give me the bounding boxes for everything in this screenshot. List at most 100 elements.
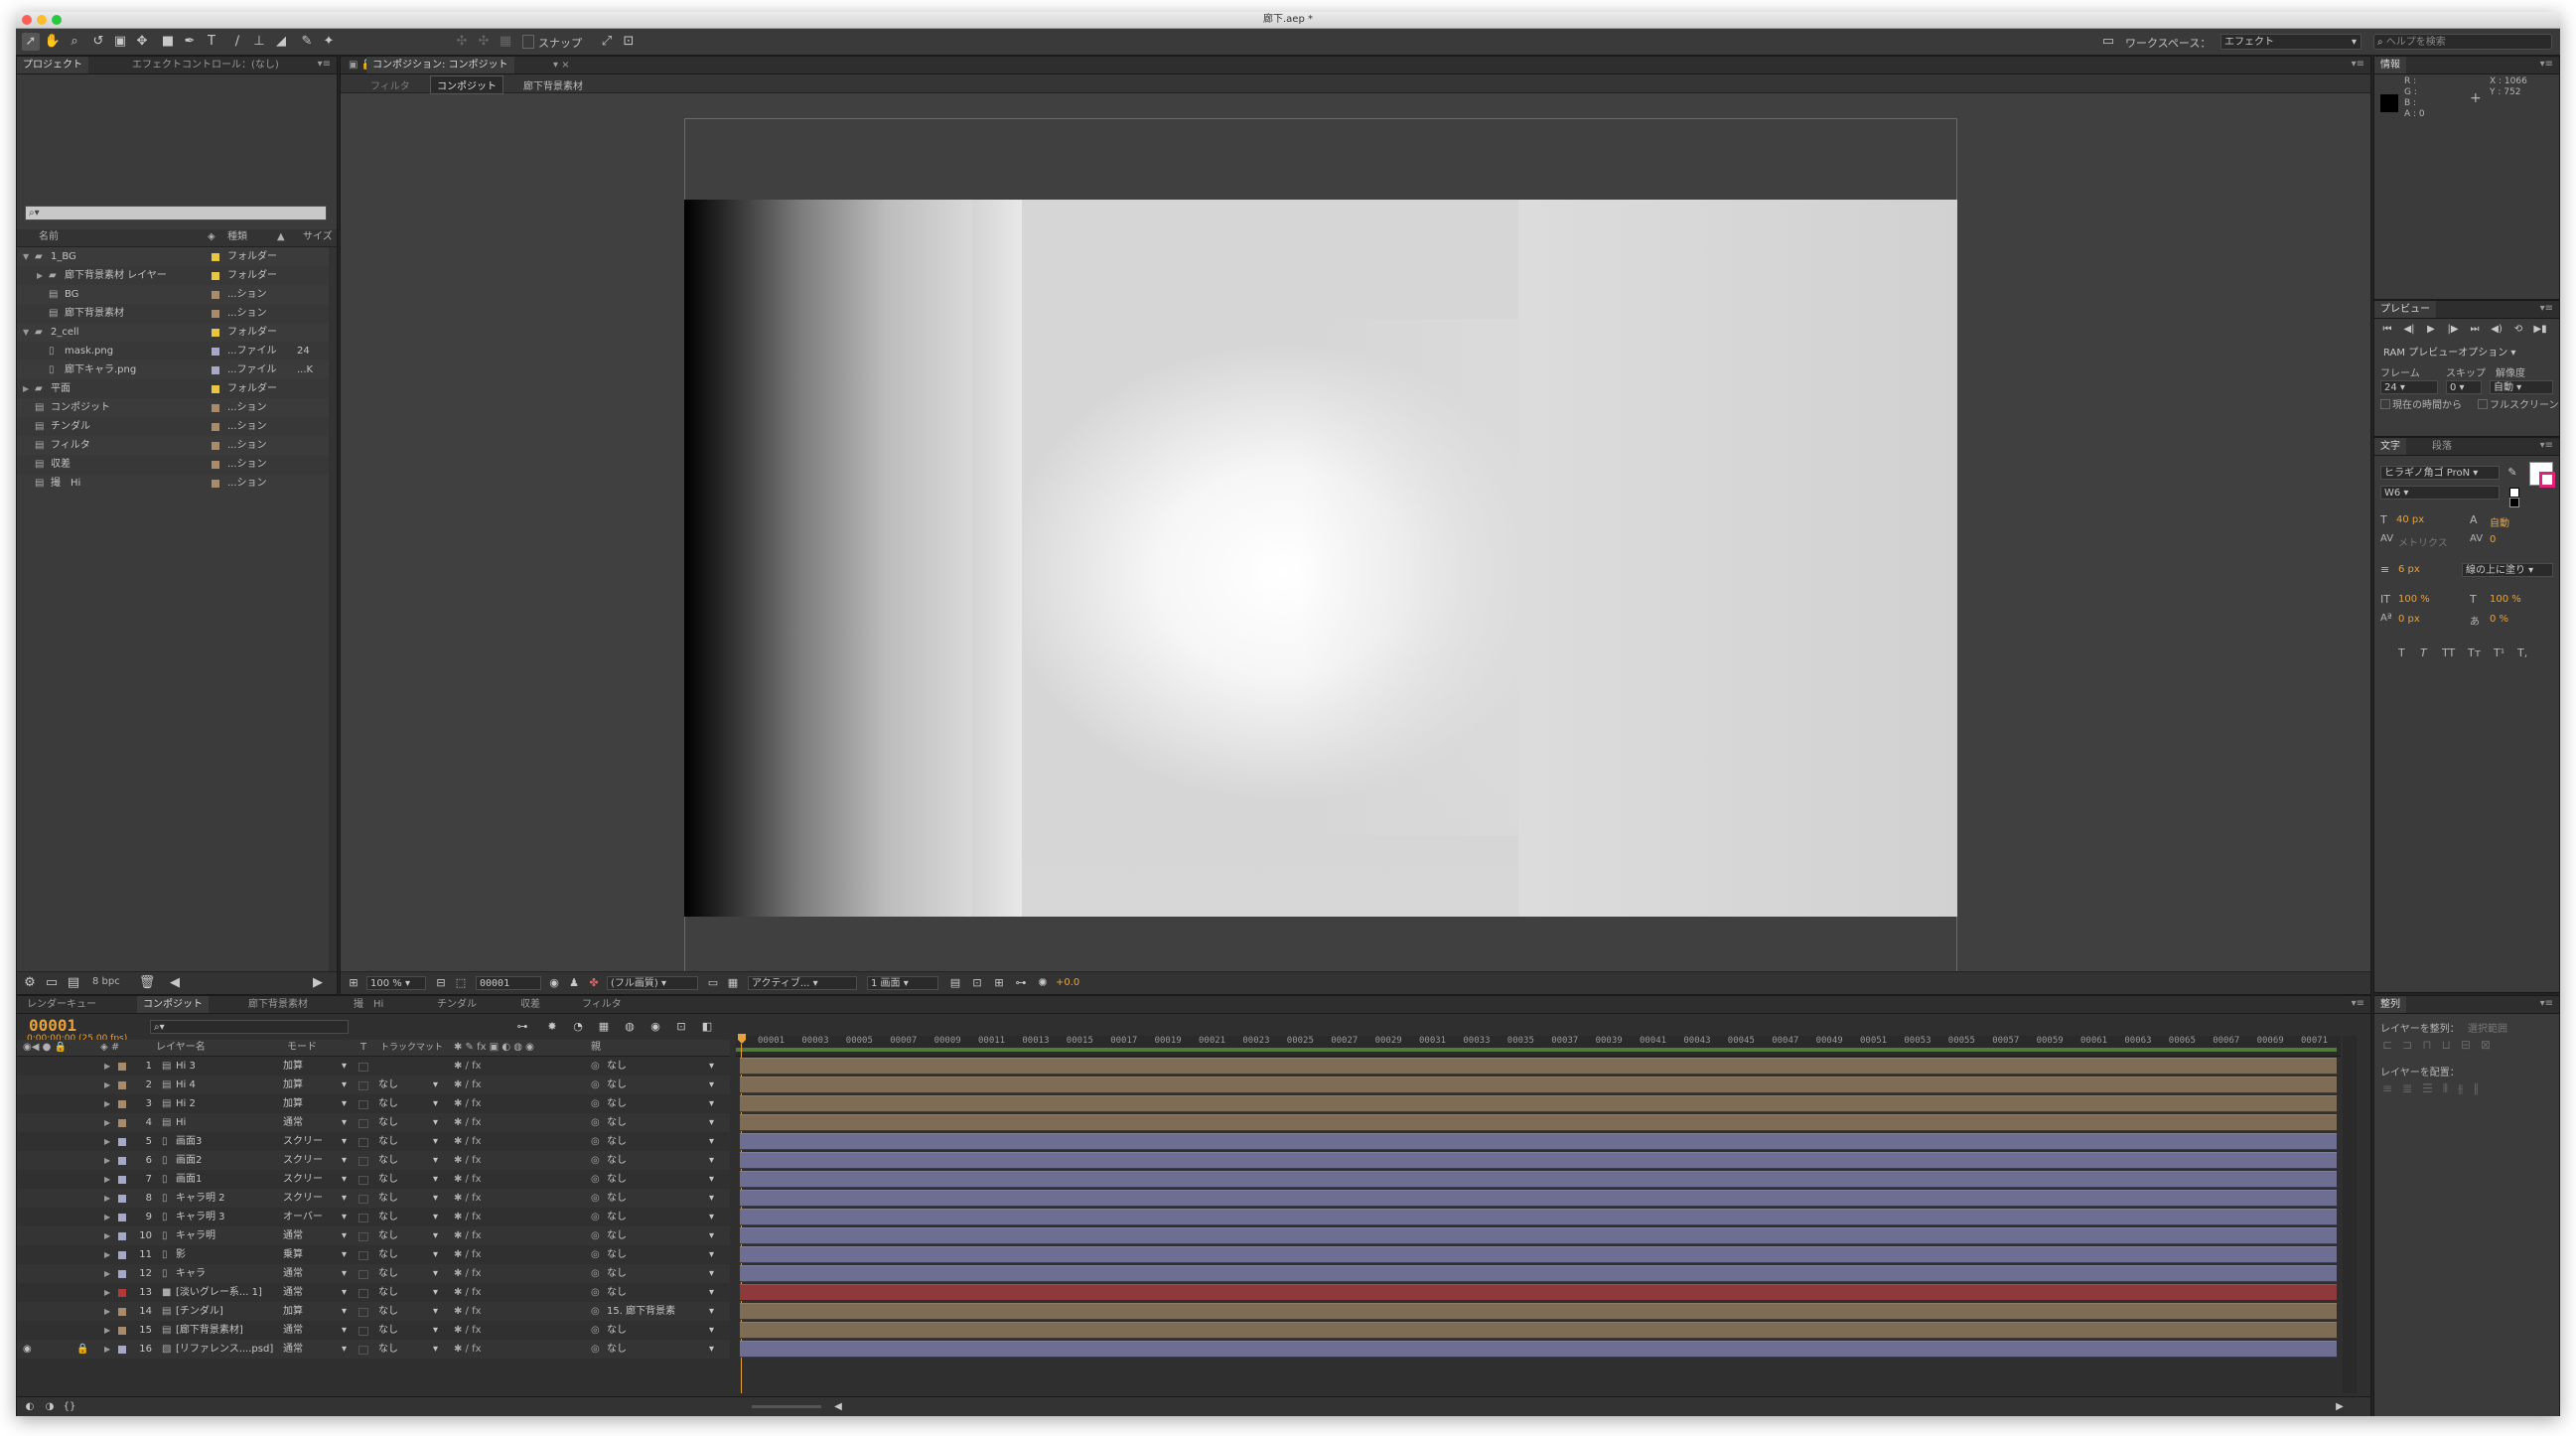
label-color-swatch[interactable]: [118, 1176, 126, 1184]
roto-brush-tool-icon[interactable]: ✎: [298, 33, 316, 51]
preserve-transparency-checkbox[interactable]: [358, 1214, 368, 1222]
project-scrollbar[interactable]: [329, 247, 337, 982]
axis-world-icon[interactable]: ✣: [475, 33, 493, 51]
preserve-transparency-checkbox[interactable]: [358, 1119, 368, 1128]
twirl-icon[interactable]: ▶: [23, 379, 29, 398]
track-matte-select[interactable]: なし ▾: [378, 1076, 438, 1094]
layer-name[interactable]: [チンダル]: [176, 1302, 223, 1321]
info-menu-icon[interactable]: ▾≡: [2540, 59, 2553, 70]
faux-bold-button[interactable]: T: [2398, 646, 2405, 659]
layer-row[interactable]: ▶ 8 ▯ キャラ明 2 スクリー ▾ なし ▾ ✱ ∕ fx ◎ なし ▾: [17, 1189, 730, 1208]
project-item[interactable]: ▤ BG ...ション: [17, 285, 329, 304]
column-name[interactable]: 名前: [39, 229, 59, 245]
layer-duration-bar[interactable]: [740, 1190, 2337, 1207]
layer-name[interactable]: キャラ明 3: [176, 1208, 225, 1226]
blend-mode-select[interactable]: 通常 ▾: [283, 1283, 347, 1302]
project-item[interactable]: ▤ チンダル ...ション: [17, 417, 329, 436]
layer-name[interactable]: Hi 2: [176, 1094, 196, 1113]
camera-tool-icon[interactable]: ▣: [111, 33, 129, 51]
subscript-button[interactable]: T,: [2517, 646, 2527, 659]
axis-local-icon[interactable]: ✣: [453, 33, 471, 51]
fast-previews-icon[interactable]: ⊡: [968, 974, 986, 992]
preserve-transparency-checkbox[interactable]: [358, 1063, 368, 1072]
layer-name[interactable]: 画面3: [176, 1132, 202, 1151]
label-color-swatch[interactable]: [212, 480, 219, 488]
blend-mode-select[interactable]: スクリー ▾: [283, 1189, 347, 1208]
label-column-icon[interactable]: ◈: [208, 229, 215, 245]
pickwhip-icon[interactable]: ◎: [591, 1283, 600, 1302]
label-color-swatch[interactable]: [118, 1308, 126, 1316]
column-layer-name[interactable]: レイヤー名: [156, 1040, 206, 1056]
horizontal-scale-value[interactable]: 100 %: [2490, 594, 2521, 605]
preserve-transparency-checkbox[interactable]: [358, 1081, 368, 1090]
twirl-icon[interactable]: ▶: [104, 1208, 110, 1226]
layer-row[interactable]: ▶ 3 ▤ Hi 2 加算 ▾ なし ▾ ✱ ∕ fx ◎ なし ▾: [17, 1094, 730, 1113]
parent-select[interactable]: なし ▾: [607, 1057, 714, 1076]
work-area-bar[interactable]: [736, 1048, 2337, 1052]
track-matte-select[interactable]: なし ▾: [378, 1283, 438, 1302]
toggle-transfer-icon[interactable]: ◑: [41, 1398, 59, 1416]
frame-rate-select[interactable]: 24 ▾: [2380, 380, 2438, 394]
tsume-value[interactable]: 0 %: [2490, 614, 2508, 625]
character-menu-icon[interactable]: ▾≡: [2540, 440, 2553, 451]
switches[interactable]: ✱ ∕ fx: [454, 1245, 482, 1264]
project-item[interactable]: ▶ ▰ 平面 フォルダー: [17, 379, 329, 398]
label-color-swatch[interactable]: [118, 1270, 126, 1278]
next-frame-icon[interactable]: |▶: [2444, 321, 2462, 339]
panel-menu-icon[interactable]: ▾≡: [318, 59, 331, 70]
preserve-transparency-checkbox[interactable]: [358, 1251, 368, 1260]
timeline-menu-icon[interactable]: ▾≡: [2352, 998, 2364, 1009]
parent-select[interactable]: なし ▾: [607, 1245, 714, 1264]
layer-duration-bar[interactable]: [740, 1133, 2337, 1150]
project-item[interactable]: ▶ ▰ 廊下背景素材 レイヤー フォルダー: [17, 266, 329, 285]
twirl-icon[interactable]: ▶: [104, 1189, 110, 1208]
preserve-transparency-checkbox[interactable]: [358, 1270, 368, 1279]
switches[interactable]: ✱ ∕ fx: [454, 1321, 482, 1340]
align-menu-icon[interactable]: ▾≡: [2540, 998, 2553, 1009]
parent-select[interactable]: 15. 廊下背景素 ▾: [607, 1302, 714, 1321]
tab-paragraph[interactable]: 段落: [2426, 438, 2458, 455]
faux-italic-button[interactable]: T: [2420, 646, 2427, 659]
switches[interactable]: ✱ ∕ fx: [454, 1302, 482, 1321]
layer-row[interactable]: ▶ 10 ▯ キャラ明 通常 ▾ なし ▾ ✱ ∕ fx ◎ なし ▾: [17, 1226, 730, 1245]
switches[interactable]: ✱ ∕ fx: [454, 1076, 482, 1094]
resolution-select[interactable]: (フル画質) ▾: [607, 976, 698, 990]
track-matte-select[interactable]: なし ▾: [378, 1226, 438, 1245]
layer-duration-bar[interactable]: [740, 1209, 2337, 1225]
new-folder-icon[interactable]: ▭: [43, 974, 61, 992]
pickwhip-icon[interactable]: ◎: [591, 1151, 600, 1170]
blend-mode-select[interactable]: 通常 ▾: [283, 1113, 347, 1132]
layer-duration-bar[interactable]: [740, 1152, 2337, 1169]
layer-name[interactable]: キャラ明: [176, 1226, 215, 1245]
preserve-transparency-checkbox[interactable]: [358, 1346, 368, 1355]
rectangle-tool-icon[interactable]: ■: [159, 33, 177, 51]
label-color-swatch[interactable]: [212, 385, 219, 393]
audio-icon[interactable]: ◀): [2488, 321, 2505, 339]
label-color-swatch[interactable]: [212, 329, 219, 337]
layer-name[interactable]: Hi 3: [176, 1057, 196, 1076]
breadcrumb-item-active[interactable]: コンポジット: [430, 75, 503, 94]
label-color-swatch[interactable]: [212, 272, 219, 280]
all-caps-button[interactable]: TT: [2442, 646, 2455, 659]
twirl-icon[interactable]: ▶: [104, 1321, 110, 1340]
vertical-scale-value[interactable]: 100 %: [2398, 594, 2430, 605]
label-color-swatch[interactable]: [212, 461, 219, 469]
layer-row[interactable]: ▶ 15 ▤ [廊下背景素材] 通常 ▾ なし ▾ ✱ ∕ fx ◎ なし ▾: [17, 1321, 730, 1340]
panel-layout-icon[interactable]: ▭: [2099, 33, 2117, 51]
layer-row[interactable]: ▶ 6 ▯ 画面2 スクリー ▾ なし ▾ ✱ ∕ fx ◎ なし ▾: [17, 1151, 730, 1170]
axis-view-icon[interactable]: ▦: [497, 33, 514, 51]
zoom-slider[interactable]: [752, 1405, 821, 1408]
pickwhip-icon[interactable]: ◎: [591, 1189, 600, 1208]
label-color-swatch[interactable]: [212, 442, 219, 450]
eye-icon[interactable]: ◉: [23, 1340, 32, 1359]
minimize-window-button[interactable]: [37, 15, 47, 25]
baseline-shift-value[interactable]: 0 px: [2398, 614, 2420, 625]
track-matte-select[interactable]: なし ▾: [378, 1170, 438, 1189]
layer-row[interactable]: ◉ 🔒 ▶ 16 ▧ [リファレンス....psd] 通常 ▾ なし ▾ ✱ ∕ fx ◎ なし ▾: [17, 1340, 730, 1359]
pickwhip-icon[interactable]: ◎: [591, 1264, 600, 1283]
layer-duration-bar[interactable]: [740, 1303, 2337, 1320]
track-matte-select[interactable]: なし ▾: [378, 1151, 438, 1170]
layer-row[interactable]: ▶ 12 ▯ キャラ 通常 ▾ なし ▾ ✱ ∕ fx ◎ なし ▾: [17, 1264, 730, 1283]
layer-row[interactable]: ▶ 14 ▤ [チンダル] 加算 ▾ なし ▾ ✱ ∕ fx ◎ 15. 廊下背景素 ▾: [17, 1302, 730, 1321]
column-size[interactable]: サイズ: [303, 229, 333, 245]
